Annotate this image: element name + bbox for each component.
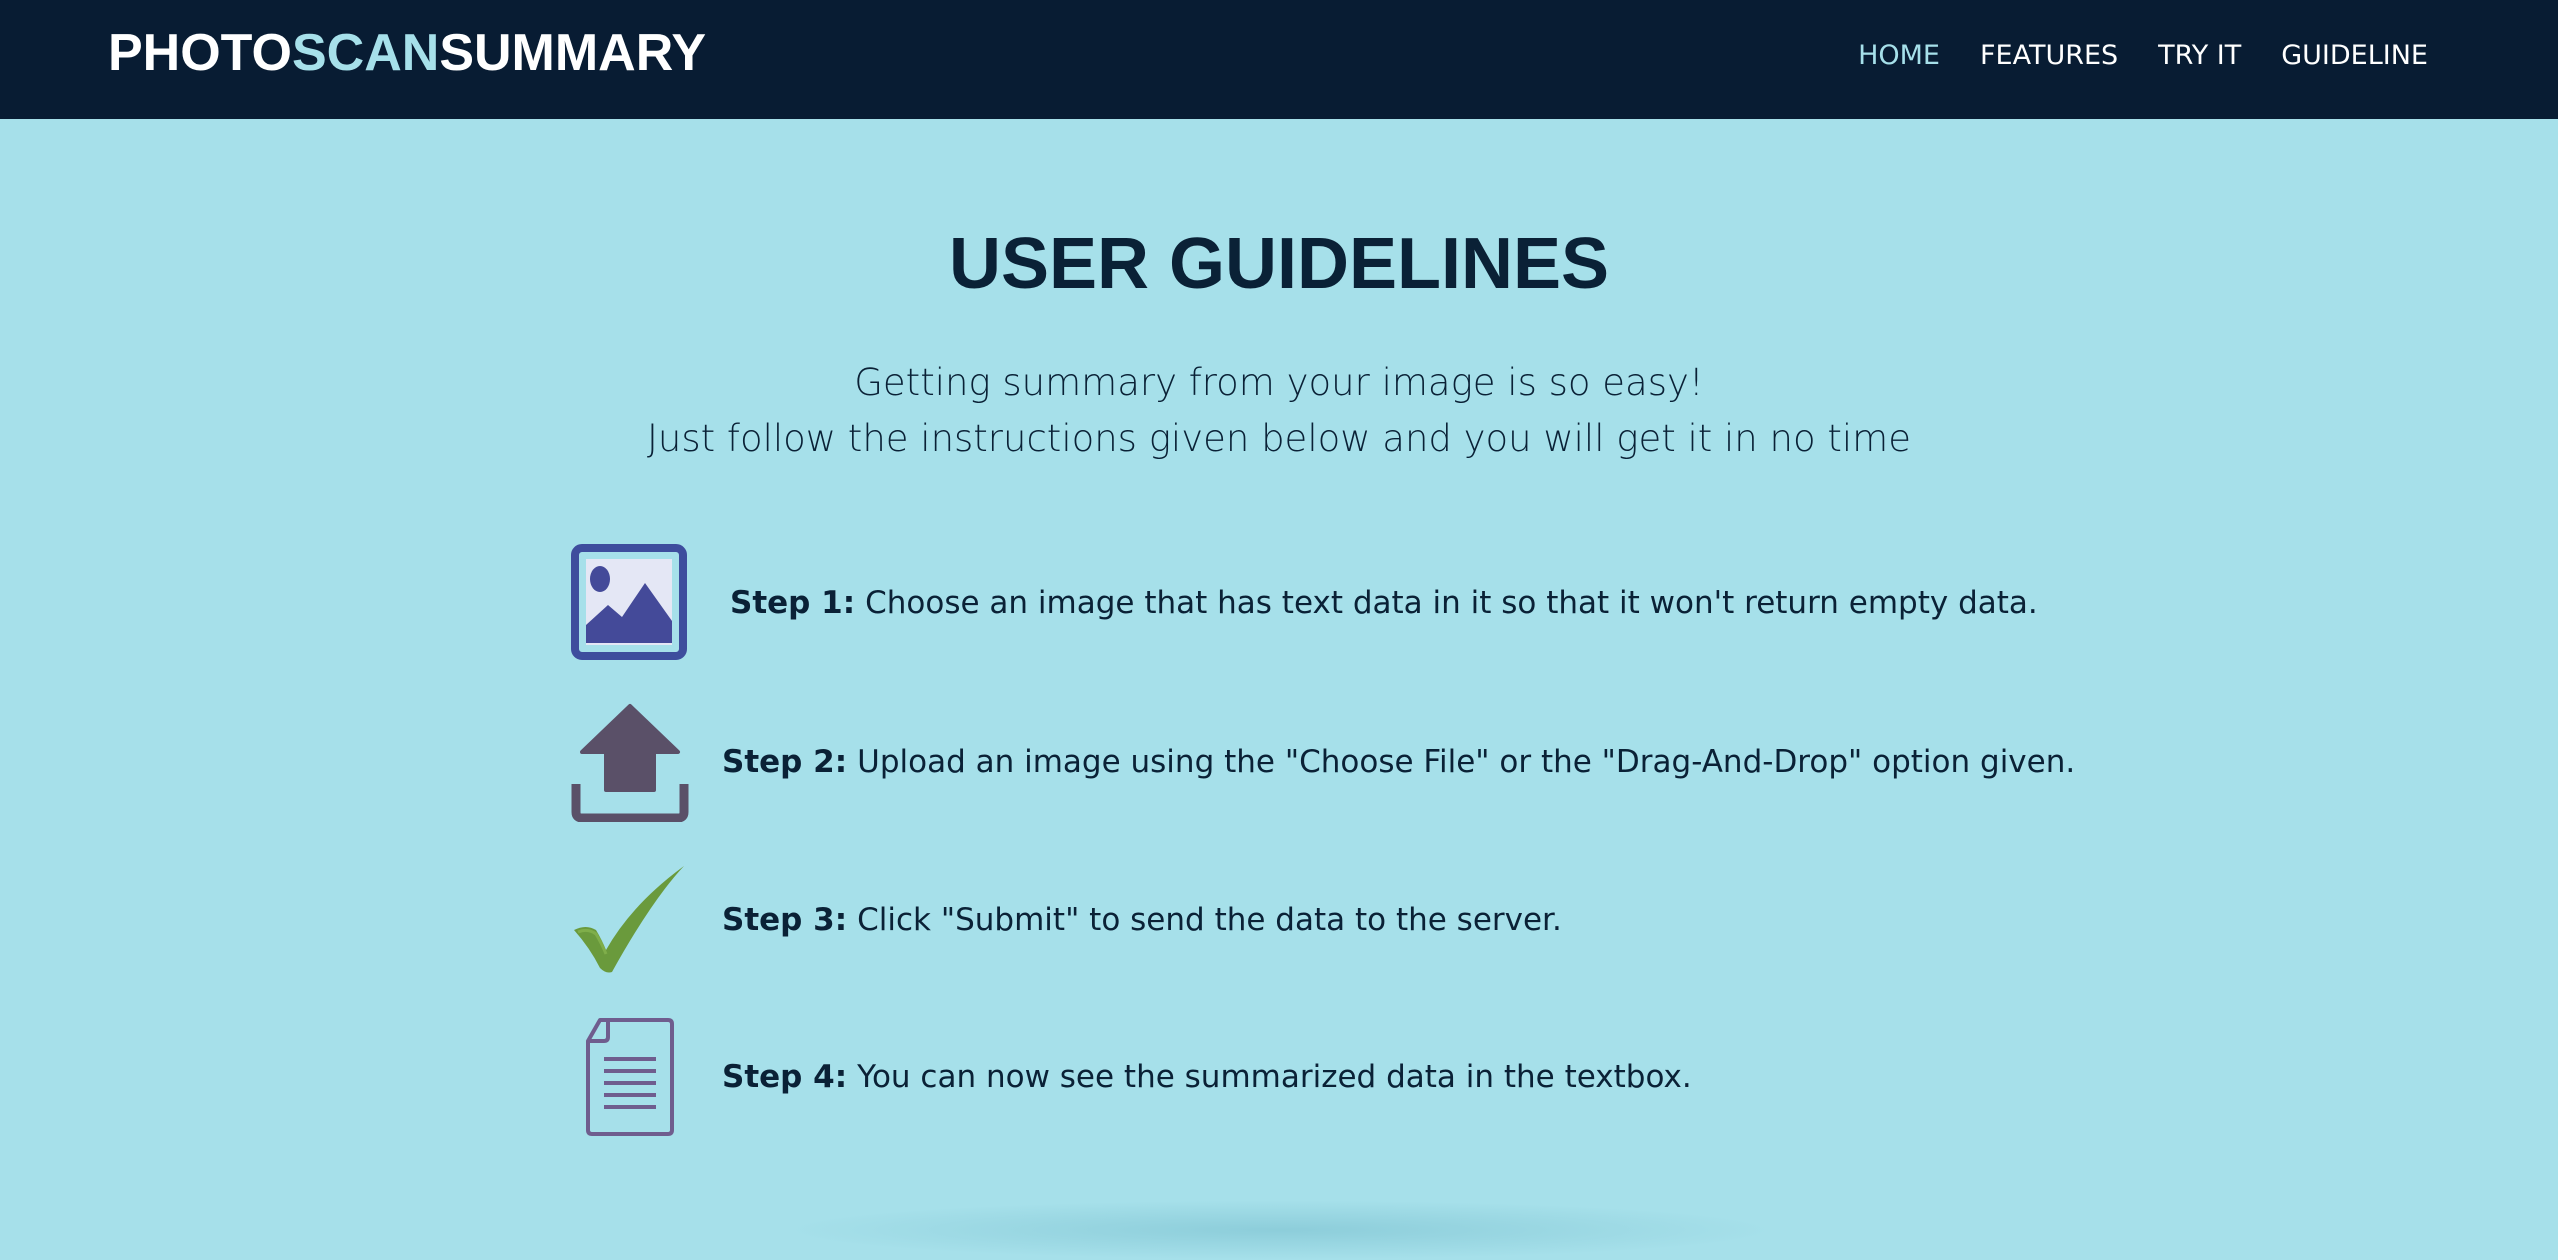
step-2: Step 2: Upload an image using the "Choose… [570,702,2075,823]
section-shadow [780,1200,1780,1260]
subtitle-line-2: Just follow the instructions given below… [647,417,1911,460]
subtitle-line-1: Getting summary from your image is so ea… [854,361,1704,404]
step-3: Step 3: Click "Submit" to send the data t… [570,860,2070,980]
step-1-text: Step 1: Choose an image that has text dat… [730,543,2038,663]
nav-features-link[interactable]: FEATURES [1980,38,2118,74]
step-2-description: Upload an image using the "Choose File" … [857,744,2076,780]
image-icon [570,543,690,663]
page-subtitle: Getting summary from your image is so ea… [0,355,2558,467]
nav-guideline-link[interactable]: GUIDELINE [2281,38,2428,74]
page-title: USER GUIDELINES [948,224,1610,304]
step-3-label: Step 3: [722,902,848,938]
step-3-text: Step 3: Click "Submit" to send the data t… [722,860,1562,980]
step-1-description: Choose an image that has text data in it… [865,585,2038,621]
nav-try-it-link[interactable]: TRY IT [2158,38,2241,74]
document-icon [570,1017,690,1137]
step-4-description: You can now see the summarized data in t… [857,1059,1692,1095]
logo-part-photo: PHOTO [108,24,292,82]
step-4: Step 4: You can now see the summarized da… [570,1017,2070,1137]
checkmark-icon [570,860,690,980]
step-4-label: Step 4: [722,1059,848,1095]
step-1-label: Step 1: [730,585,856,621]
upload-icon [570,702,690,823]
top-navbar: PHOTOSCANSUMMARY HOME FEATURES TRY IT GU… [0,0,2558,119]
main-nav: HOME FEATURES TRY IT GUIDELINE [1858,38,2428,74]
step-4-text: Step 4: You can now see the summarized da… [722,1017,1692,1137]
logo-part-scan: SCAN [291,24,440,82]
step-2-label: Step 2: [722,744,848,780]
step-1: Step 1: Choose an image that has text dat… [570,543,2070,663]
logo-part-summary: SUMMARY [439,24,707,82]
nav-home-link[interactable]: HOME [1858,38,1940,74]
step-3-description: Click "Submit" to send the data to the s… [857,902,1562,938]
step-2-text: Step 2: Upload an image using the "Choose… [722,702,2075,822]
site-logo[interactable]: PHOTOSCANSUMMARY [108,22,706,84]
